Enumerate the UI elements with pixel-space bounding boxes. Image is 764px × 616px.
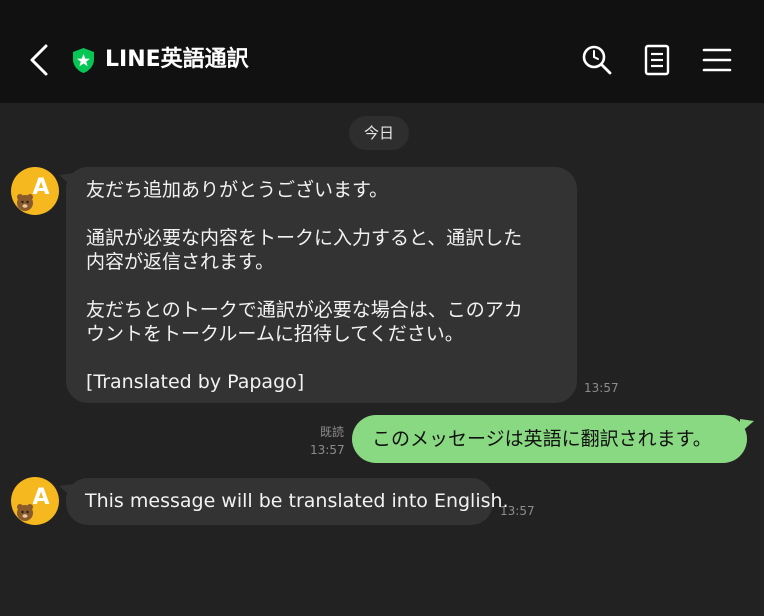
incoming-message-bubble[interactable]: 友だち追加ありがとうございます。 通訳が必要な内容をトークに入力すると、通訳した… xyxy=(59,167,577,403)
back-button[interactable] xyxy=(22,40,58,80)
shield-star-icon xyxy=(71,47,96,74)
message-text: このメッセージは英語に翻訳されます。 xyxy=(372,428,712,450)
chat-title: LINE英語通訳 xyxy=(105,47,249,72)
menu-button[interactable] xyxy=(699,42,735,78)
message-line: ウントをトークルームに招待してください。 xyxy=(86,323,464,345)
read-receipt: 既読 xyxy=(319,425,344,439)
message-line: 友だち追加ありがとうございます。 xyxy=(86,179,389,201)
svg-text:A: A xyxy=(32,485,49,510)
message-timestamp: 13:57 xyxy=(584,381,619,395)
hamburger-menu-icon xyxy=(702,48,732,72)
notes-button[interactable] xyxy=(639,42,675,78)
bot-avatar[interactable]: A xyxy=(11,167,59,215)
search-icon xyxy=(582,45,612,75)
chat-header: LINE英語通訳 xyxy=(0,0,764,103)
bubble-tail xyxy=(740,419,754,433)
bubble-tail xyxy=(59,173,73,187)
message-timestamp: 13:57 xyxy=(500,504,535,518)
avatar-icon: A xyxy=(11,167,59,215)
chevron-left-icon xyxy=(30,44,48,76)
avatar-icon: A xyxy=(11,477,59,525)
message-line: [Translated by Papago] xyxy=(86,371,305,393)
chat-screen: LINE英語通訳 今日 A 友だち追加ありがとうございます。 通訳が必要な内容を… xyxy=(0,0,764,616)
search-button[interactable] xyxy=(579,42,615,78)
message-line: 友だちとのトークで通訳が必要な場合は、このアカ xyxy=(86,299,523,321)
bubble-tail xyxy=(59,484,73,498)
message-line: 通訳が必要な内容をトークに入力すると、通訳した xyxy=(86,227,523,249)
bot-avatar[interactable]: A xyxy=(11,477,59,525)
message-timestamp: 13:57 xyxy=(310,443,345,457)
outgoing-message-bubble[interactable]: このメッセージは英語に翻訳されます。 xyxy=(352,415,754,463)
svg-text:A: A xyxy=(32,175,49,200)
message-line: 内容が返信されます。 xyxy=(86,251,275,273)
message-text: This message will be translated into Eng… xyxy=(85,490,509,512)
incoming-message-bubble[interactable]: This message will be translated into Eng… xyxy=(59,478,509,525)
date-separator: 今日 xyxy=(349,116,409,150)
note-icon xyxy=(644,44,670,76)
